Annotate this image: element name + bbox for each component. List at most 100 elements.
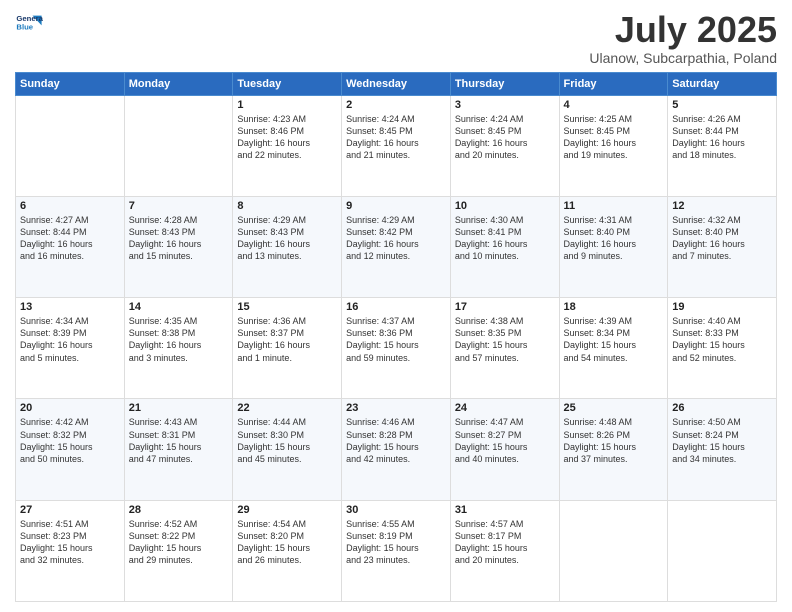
day-info: Sunrise: 4:48 AM Sunset: 8:26 PM Dayligh…: [564, 416, 664, 465]
day-number: 22: [237, 402, 337, 414]
day-info: Sunrise: 4:47 AM Sunset: 8:27 PM Dayligh…: [455, 416, 555, 465]
day-info: Sunrise: 4:40 AM Sunset: 8:33 PM Dayligh…: [672, 315, 772, 364]
day-info: Sunrise: 4:23 AM Sunset: 8:46 PM Dayligh…: [237, 113, 337, 162]
day-number: 15: [237, 301, 337, 313]
calendar-cell: 9 Sunrise: 4:29 AM Sunset: 8:42 PM Daylig…: [342, 196, 451, 297]
calendar-week-4: 20 Sunrise: 4:42 AM Sunset: 8:32 PM Dayli…: [16, 399, 777, 500]
day-number: 7: [129, 200, 229, 212]
day-info: Sunrise: 4:57 AM Sunset: 8:17 PM Dayligh…: [455, 518, 555, 567]
day-number: 1: [237, 99, 337, 111]
calendar-cell: 27Sunrise: 4:51 AM Sunset: 8:23 PM Dayli…: [16, 500, 125, 601]
day-info: Sunrise: 4:25 AM Sunset: 8:45 PM Dayligh…: [564, 113, 664, 162]
day-info: Sunrise: 4:34 AM Sunset: 8:39 PM Dayligh…: [20, 315, 120, 364]
calendar-cell: 6Sunrise: 4:27 AM Sunset: 8:44 PM Daylig…: [16, 196, 125, 297]
calendar-cell: 25Sunrise: 4:48 AM Sunset: 8:26 PM Dayli…: [559, 399, 668, 500]
day-number: 3: [455, 99, 555, 111]
day-number: 21: [129, 402, 229, 414]
day-number: 12: [672, 200, 772, 212]
calendar-week-1: 1 Sunrise: 4:23 AM Sunset: 8:46 PM Daylig…: [16, 95, 777, 196]
logo: General Blue: [15, 10, 43, 38]
day-number: 30: [346, 504, 446, 516]
svg-text:General: General: [16, 14, 43, 23]
calendar-week-5: 27Sunrise: 4:51 AM Sunset: 8:23 PM Dayli…: [16, 500, 777, 601]
col-tuesday: Tuesday: [233, 72, 342, 95]
calendar-week-2: 6Sunrise: 4:27 AM Sunset: 8:44 PM Daylig…: [16, 196, 777, 297]
day-number: 9: [346, 200, 446, 212]
day-number: 31: [455, 504, 555, 516]
day-number: 8: [237, 200, 337, 212]
calendar-cell: 10Sunrise: 4:30 AM Sunset: 8:41 PM Dayli…: [450, 196, 559, 297]
day-info: Sunrise: 4:54 AM Sunset: 8:20 PM Dayligh…: [237, 518, 337, 567]
calendar-cell: 12 Sunrise: 4:32 AM Sunset: 8:40 PM Dayli…: [668, 196, 777, 297]
day-number: 20: [20, 402, 120, 414]
day-info: Sunrise: 4:51 AM Sunset: 8:23 PM Dayligh…: [20, 518, 120, 567]
day-info: Sunrise: 4:29 AM Sunset: 8:42 PM Dayligh…: [346, 214, 446, 263]
day-info: Sunrise: 4:31 AM Sunset: 8:40 PM Dayligh…: [564, 214, 664, 263]
calendar-cell: 28 Sunrise: 4:52 AM Sunset: 8:22 PM Dayli…: [124, 500, 233, 601]
calendar-cell: 23Sunrise: 4:46 AM Sunset: 8:28 PM Dayli…: [342, 399, 451, 500]
calendar-cell: 24 Sunrise: 4:47 AM Sunset: 8:27 PM Dayli…: [450, 399, 559, 500]
day-info: Sunrise: 4:24 AM Sunset: 8:45 PM Dayligh…: [455, 113, 555, 162]
calendar-table: Sunday Monday Tuesday Wednesday Thursday…: [15, 72, 777, 602]
day-number: 28: [129, 504, 229, 516]
col-thursday: Thursday: [450, 72, 559, 95]
calendar-week-3: 13 Sunrise: 4:34 AM Sunset: 8:39 PM Dayli…: [16, 298, 777, 399]
day-number: 19: [672, 301, 772, 313]
page: General Blue July 2025 Ulanow, Subcarpat…: [0, 0, 792, 612]
col-saturday: Saturday: [668, 72, 777, 95]
day-info: Sunrise: 4:52 AM Sunset: 8:22 PM Dayligh…: [129, 518, 229, 567]
calendar-cell: 1 Sunrise: 4:23 AM Sunset: 8:46 PM Daylig…: [233, 95, 342, 196]
day-info: Sunrise: 4:43 AM Sunset: 8:31 PM Dayligh…: [129, 416, 229, 465]
day-info: Sunrise: 4:28 AM Sunset: 8:43 PM Dayligh…: [129, 214, 229, 263]
day-info: Sunrise: 4:44 AM Sunset: 8:30 PM Dayligh…: [237, 416, 337, 465]
title-block: July 2025 Ulanow, Subcarpathia, Poland: [589, 10, 777, 66]
day-number: 10: [455, 200, 555, 212]
day-info: Sunrise: 4:26 AM Sunset: 8:44 PM Dayligh…: [672, 113, 772, 162]
calendar-cell: 29Sunrise: 4:54 AM Sunset: 8:20 PM Dayli…: [233, 500, 342, 601]
calendar-cell: 16 Sunrise: 4:37 AM Sunset: 8:36 PM Dayli…: [342, 298, 451, 399]
calendar-cell: [16, 95, 125, 196]
day-number: 24: [455, 402, 555, 414]
calendar-cell: 15 Sunrise: 4:36 AM Sunset: 8:37 PM Dayli…: [233, 298, 342, 399]
calendar-cell: 21 Sunrise: 4:43 AM Sunset: 8:31 PM Dayli…: [124, 399, 233, 500]
day-number: 26: [672, 402, 772, 414]
day-info: Sunrise: 4:29 AM Sunset: 8:43 PM Dayligh…: [237, 214, 337, 263]
day-number: 4: [564, 99, 664, 111]
header: General Blue July 2025 Ulanow, Subcarpat…: [15, 10, 777, 66]
day-info: Sunrise: 4:24 AM Sunset: 8:45 PM Dayligh…: [346, 113, 446, 162]
day-info: Sunrise: 4:42 AM Sunset: 8:32 PM Dayligh…: [20, 416, 120, 465]
day-info: Sunrise: 4:37 AM Sunset: 8:36 PM Dayligh…: [346, 315, 446, 364]
day-info: Sunrise: 4:38 AM Sunset: 8:35 PM Dayligh…: [455, 315, 555, 364]
calendar-cell: 11 Sunrise: 4:31 AM Sunset: 8:40 PM Dayli…: [559, 196, 668, 297]
calendar-cell: 8 Sunrise: 4:29 AM Sunset: 8:43 PM Daylig…: [233, 196, 342, 297]
calendar-cell: 4 Sunrise: 4:25 AM Sunset: 8:45 PM Daylig…: [559, 95, 668, 196]
col-monday: Monday: [124, 72, 233, 95]
calendar-cell: 18 Sunrise: 4:39 AM Sunset: 8:34 PM Dayli…: [559, 298, 668, 399]
day-number: 17: [455, 301, 555, 313]
calendar-cell: 26Sunrise: 4:50 AM Sunset: 8:24 PM Dayli…: [668, 399, 777, 500]
logo-icon: General Blue: [15, 10, 43, 38]
day-number: 11: [564, 200, 664, 212]
calendar-cell: 3 Sunrise: 4:24 AM Sunset: 8:45 PM Daylig…: [450, 95, 559, 196]
calendar-cell: 14 Sunrise: 4:35 AM Sunset: 8:38 PM Dayli…: [124, 298, 233, 399]
day-info: Sunrise: 4:27 AM Sunset: 8:44 PM Dayligh…: [20, 214, 120, 263]
day-number: 16: [346, 301, 446, 313]
calendar-cell: 31 Sunrise: 4:57 AM Sunset: 8:17 PM Dayli…: [450, 500, 559, 601]
day-info: Sunrise: 4:39 AM Sunset: 8:34 PM Dayligh…: [564, 315, 664, 364]
col-sunday: Sunday: [16, 72, 125, 95]
calendar-header-row: Sunday Monday Tuesday Wednesday Thursday…: [16, 72, 777, 95]
col-wednesday: Wednesday: [342, 72, 451, 95]
day-number: 14: [129, 301, 229, 313]
calendar-cell: 17 Sunrise: 4:38 AM Sunset: 8:35 PM Dayli…: [450, 298, 559, 399]
day-number: 13: [20, 301, 120, 313]
calendar-cell: 13 Sunrise: 4:34 AM Sunset: 8:39 PM Dayli…: [16, 298, 125, 399]
svg-text:Blue: Blue: [16, 23, 33, 32]
day-number: 18: [564, 301, 664, 313]
day-info: Sunrise: 4:46 AM Sunset: 8:28 PM Dayligh…: [346, 416, 446, 465]
calendar-cell: 30Sunrise: 4:55 AM Sunset: 8:19 PM Dayli…: [342, 500, 451, 601]
day-info: Sunrise: 4:32 AM Sunset: 8:40 PM Dayligh…: [672, 214, 772, 263]
day-info: Sunrise: 4:36 AM Sunset: 8:37 PM Dayligh…: [237, 315, 337, 364]
day-number: 5: [672, 99, 772, 111]
day-info: Sunrise: 4:35 AM Sunset: 8:38 PM Dayligh…: [129, 315, 229, 364]
day-number: 2: [346, 99, 446, 111]
